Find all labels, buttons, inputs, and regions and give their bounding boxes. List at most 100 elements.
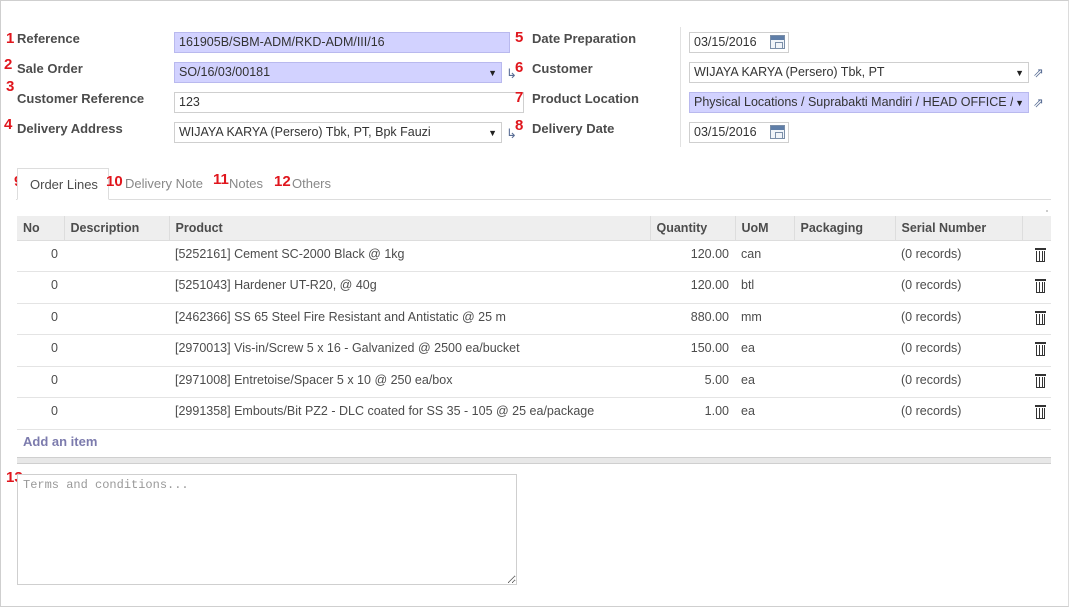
row-packaging[interactable]	[794, 240, 895, 272]
row-uom[interactable]: ea	[735, 397, 794, 430]
add-item-link[interactable]: Add an item	[23, 434, 97, 449]
marker-4: 4	[4, 116, 13, 133]
trash-icon[interactable]	[1035, 247, 1046, 262]
marker-1: 1	[6, 30, 15, 47]
sale-order-value: SO/16/03/00181	[179, 65, 271, 79]
row-no[interactable]: 0	[17, 271, 64, 304]
tab-notes[interactable]: Notes	[223, 168, 269, 200]
terms-textarea[interactable]	[17, 474, 517, 585]
trash-icon[interactable]	[1035, 310, 1046, 325]
row-delete-cell	[1022, 366, 1051, 398]
row-delete-cell	[1022, 397, 1051, 430]
table-row[interactable]: 0 [2971008] Entretoise/Spacer 5 x 10 @ 25…	[17, 366, 1051, 398]
row-delete-cell	[1022, 271, 1051, 304]
trash-icon[interactable]	[1035, 279, 1046, 293]
chevron-down-icon: ▼	[1013, 96, 1024, 111]
product-location-select[interactable]: Physical Locations / Suprabakti Mandiri …	[689, 92, 1029, 113]
delivery-address-label: Delivery Address	[17, 121, 123, 136]
section-divider	[17, 457, 1051, 464]
tab-others[interactable]: Others	[286, 168, 337, 200]
row-no[interactable]: 0	[17, 240, 64, 272]
table-row[interactable]: 0 [2462366] SS 65 Steel Fire Resistant an…	[17, 303, 1051, 335]
row-description[interactable]	[64, 271, 169, 304]
row-packaging[interactable]	[794, 366, 895, 398]
scroll-indicator	[1046, 210, 1048, 212]
chevron-down-icon: ▼	[488, 128, 497, 138]
row-description[interactable]	[64, 303, 169, 335]
row-no[interactable]: 0	[17, 303, 64, 335]
column-header-quantity[interactable]: Quantity	[650, 216, 736, 241]
row-no[interactable]: 0	[17, 366, 64, 398]
customer-external-link-icon[interactable]: ⇗	[1033, 66, 1049, 80]
table-header-row: No Description Product Quantity UoM Pack…	[17, 216, 1051, 241]
product-location-value: Physical Locations / Suprabakti Mandiri …	[694, 95, 1014, 109]
row-serial-number[interactable]: (0 records)	[895, 334, 1022, 367]
date-preparation-input[interactable]: 03/15/2016	[689, 32, 789, 53]
row-product[interactable]: [2462366] SS 65 Steel Fire Resistant and…	[169, 303, 650, 335]
calendar-icon[interactable]	[770, 35, 785, 49]
row-uom[interactable]: can	[735, 240, 794, 272]
customer-label: Customer	[532, 61, 593, 76]
row-uom[interactable]: mm	[735, 303, 794, 335]
chevron-down-icon: ▼	[488, 68, 497, 78]
row-uom[interactable]: ea	[735, 366, 794, 398]
table-row[interactable]: 0 [5251043] Hardener UT-R20, @ 40g 120.00 b…	[17, 271, 1051, 304]
row-product[interactable]: [2991358] Embouts/Bit PZ2 - DLC coated f…	[169, 397, 650, 430]
table-row[interactable]: 0 [2991358] Embouts/Bit PZ2 - DLC coated …	[17, 397, 1051, 430]
reference-label: Reference	[17, 31, 80, 46]
trash-icon[interactable]	[1035, 373, 1046, 388]
reference-input[interactable]: 161905B/SBM-ADM/RKD-ADM/III/16	[174, 32, 510, 53]
row-serial-number[interactable]: (0 records)	[895, 397, 1022, 430]
column-header-packaging[interactable]: Packaging	[794, 216, 896, 241]
row-product[interactable]: [2970013] Vis-in/Screw 5 x 16 - Galvaniz…	[169, 334, 650, 367]
row-quantity[interactable]: 5.00	[650, 366, 735, 398]
calendar-icon[interactable]	[770, 125, 785, 139]
product-location-external-link-icon[interactable]: ⇗	[1033, 96, 1049, 110]
table-row[interactable]: 0 [2970013] Vis-in/Screw 5 x 16 - Galvani…	[17, 334, 1051, 367]
sale-order-select[interactable]: SO/16/03/00181 ▼	[174, 62, 502, 83]
product-location-label: Product Location	[532, 91, 639, 106]
row-packaging[interactable]	[794, 334, 895, 367]
row-packaging[interactable]	[794, 271, 895, 304]
row-packaging[interactable]	[794, 397, 895, 430]
date-preparation-value: 03/15/2016	[694, 35, 757, 49]
row-serial-number[interactable]: (0 records)	[895, 240, 1022, 272]
tab-order-lines[interactable]: Order Lines	[17, 168, 109, 200]
row-uom[interactable]: ea	[735, 334, 794, 367]
delivery-date-input[interactable]: 03/15/2016	[689, 122, 789, 143]
column-header-product[interactable]: Product	[169, 216, 651, 241]
column-header-no[interactable]: No	[17, 216, 65, 241]
row-no[interactable]: 0	[17, 334, 64, 367]
row-product[interactable]: [5252161] Cement SC-2000 Black @ 1kg	[169, 240, 650, 272]
row-quantity[interactable]: 120.00	[650, 240, 735, 272]
row-delete-cell	[1022, 303, 1051, 335]
trash-icon[interactable]	[1035, 342, 1046, 356]
row-serial-number[interactable]: (0 records)	[895, 303, 1022, 335]
delivery-address-select[interactable]: WIJAYA KARYA (Persero) Tbk, PT, Bpk Fauz…	[174, 122, 502, 143]
row-description[interactable]	[64, 397, 169, 430]
row-uom[interactable]: btl	[735, 271, 794, 304]
row-quantity[interactable]: 120.00	[650, 271, 735, 304]
row-quantity[interactable]: 1.00	[650, 397, 735, 430]
table-row[interactable]: 0 [5252161] Cement SC-2000 Black @ 1kg 120…	[17, 240, 1051, 272]
row-description[interactable]	[64, 240, 169, 272]
column-divider	[680, 27, 681, 147]
row-description[interactable]	[64, 366, 169, 398]
column-header-serial-number[interactable]: Serial Number	[895, 216, 1023, 241]
column-header-description[interactable]: Description	[64, 216, 170, 241]
row-packaging[interactable]	[794, 303, 895, 335]
row-serial-number[interactable]: (0 records)	[895, 366, 1022, 398]
column-header-uom[interactable]: UoM	[735, 216, 795, 241]
row-no[interactable]: 0	[17, 397, 64, 430]
row-product[interactable]: [2971008] Entretoise/Spacer 5 x 10 @ 250…	[169, 366, 650, 398]
row-product[interactable]: [5251043] Hardener UT-R20, @ 40g	[169, 271, 650, 304]
row-description[interactable]	[64, 334, 169, 367]
tab-delivery-note[interactable]: Delivery Note	[119, 168, 209, 200]
trash-icon[interactable]	[1035, 405, 1046, 419]
customer-reference-input[interactable]: 123	[174, 92, 524, 113]
row-serial-number[interactable]: (0 records)	[895, 271, 1022, 304]
customer-select[interactable]: WIJAYA KARYA (Persero) Tbk, PT ▼	[689, 62, 1029, 83]
delivery-date-label: Delivery Date	[532, 121, 615, 136]
row-quantity[interactable]: 150.00	[650, 334, 735, 367]
row-quantity[interactable]: 880.00	[650, 303, 735, 335]
